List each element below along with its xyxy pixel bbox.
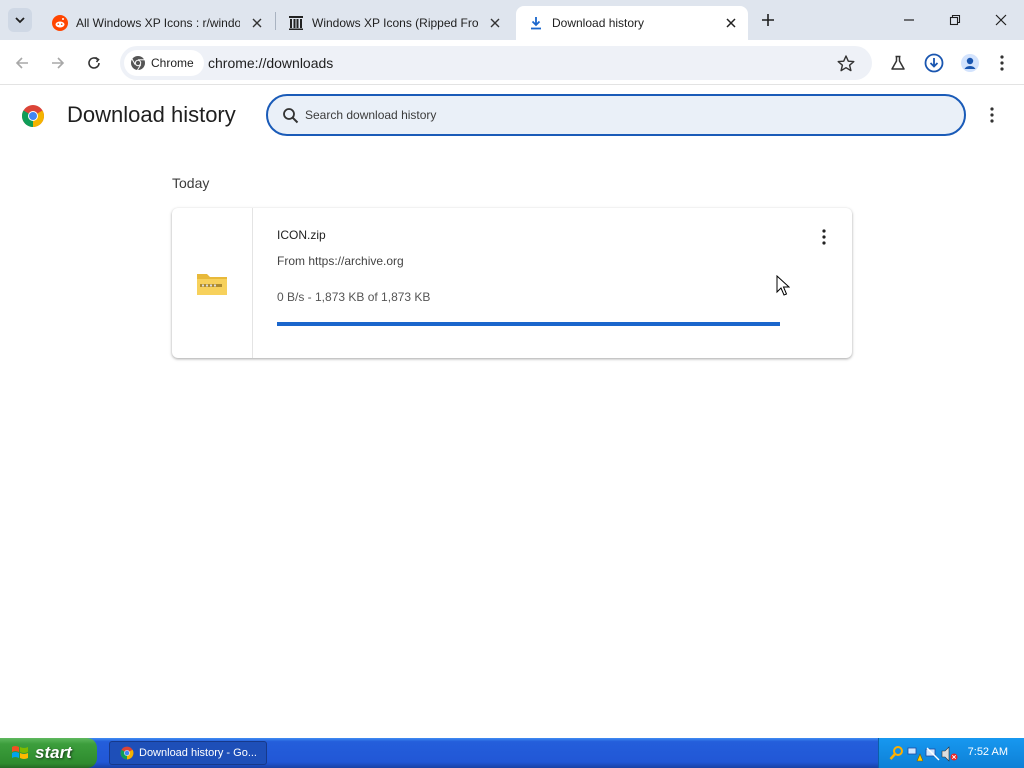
page-title: Download history [67,102,236,127]
download-progress-bar [277,322,780,326]
tab-strip: All Windows XP Icons : r/windo Windows X… [0,0,1024,40]
start-button[interactable]: start [0,738,97,768]
reload-icon [88,56,100,69]
tab-title: Windows XP Icons (Ripped From [312,16,478,30]
network-disconnected-icon[interactable] [925,746,941,762]
address-bar[interactable]: Chrome chrome://downloads [120,46,872,80]
close-icon [995,14,1007,26]
taskbar: start Download history - Go... 7:52 AM [0,738,1024,768]
labs-button[interactable] [886,51,910,75]
mouse-cursor-icon [776,275,790,296]
restore-button[interactable] [940,6,970,34]
tab-reddit[interactable]: All Windows XP Icons : r/windo [40,6,274,40]
bookmark-star-icon[interactable] [836,54,856,74]
tab-title: Download history [552,16,645,30]
network-warning-icon[interactable] [907,746,923,762]
plus-icon [762,14,774,26]
arrow-left-icon [15,57,28,69]
forward-button[interactable] [46,51,70,75]
downloads-button[interactable] [922,51,946,75]
clock[interactable]: 7:52 AM [968,746,1008,758]
tab-download-history[interactable]: Download history [516,6,748,40]
progress-fill [277,322,780,326]
start-label: start [35,743,72,762]
search-box[interactable] [266,94,966,136]
taskbar-window-title: Download history - Go... [139,747,257,759]
kebab-menu-icon [822,229,826,245]
chevron-down-icon [15,17,25,24]
taskbar-window-chrome[interactable]: Download history - Go... [109,741,267,765]
minimize-icon [904,19,914,21]
download-circle-icon [924,53,944,73]
flask-icon [891,55,905,70]
download-icon [528,15,544,31]
arrow-right-icon [52,57,65,69]
page-menu-button[interactable] [982,105,1002,125]
tab-search-button[interactable] [8,8,32,32]
download-status: 0 B/s - 1,873 KB of 1,873 KB [277,290,431,304]
kebab-menu-icon [1000,55,1004,71]
chrome-logo-icon [22,105,44,127]
close-icon[interactable] [248,14,266,32]
site-info-chip[interactable]: Chrome [124,50,204,76]
close-window-button[interactable] [986,6,1016,34]
kebab-menu-icon [990,107,994,123]
reddit-icon [52,15,68,31]
back-button[interactable] [10,51,34,75]
minimize-button[interactable] [894,6,924,34]
windows-flag-icon [12,746,28,759]
close-icon[interactable] [486,14,504,32]
search-icon [283,108,299,124]
restore-icon [949,14,961,26]
file-icon-column [172,208,253,358]
system-tray: 7:52 AM [878,738,1024,768]
close-icon[interactable] [722,14,740,32]
search-input[interactable] [305,105,925,125]
chrome-icon [120,746,134,760]
tab-title: All Windows XP Icons : r/windo [76,16,240,30]
browser-menu-button[interactable] [990,51,1014,75]
search-tray-icon[interactable] [889,745,905,761]
chip-label: Chrome [151,56,194,70]
date-section-label: Today [172,175,210,191]
archive-org-icon [288,15,304,31]
chrome-icon [131,56,145,71]
file-name[interactable]: ICON.zip [277,228,326,242]
zip-folder-icon [197,274,227,295]
download-item-menu-button[interactable] [814,227,834,247]
reload-button[interactable] [82,51,106,75]
url-text[interactable]: chrome://downloads [208,55,333,71]
profile-button[interactable] [958,51,982,75]
tab-archive[interactable]: Windows XP Icons (Ripped From [276,6,512,40]
download-item-card: ICON.zip From https://archive.org 0 B/s … [172,208,852,358]
browser-toolbar: Chrome chrome://downloads [0,40,1024,85]
new-tab-button[interactable] [757,9,779,31]
file-source: From https://archive.org [277,254,404,268]
avatar-icon [961,54,979,72]
volume-muted-icon[interactable] [941,746,959,762]
